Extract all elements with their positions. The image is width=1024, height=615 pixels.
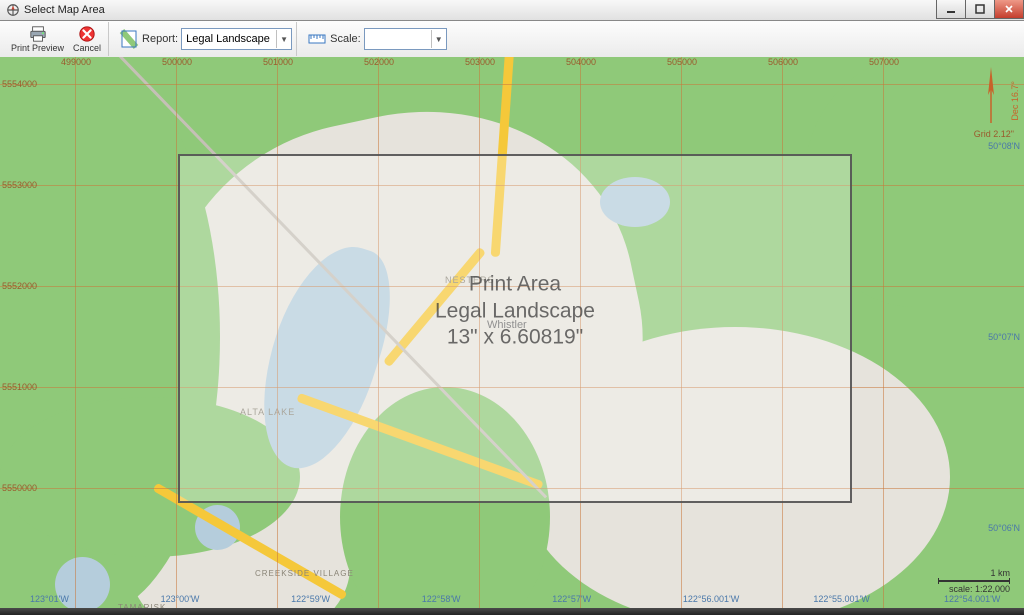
scale-value[interactable] <box>365 30 431 48</box>
close-button[interactable] <box>994 0 1024 19</box>
map-canvas[interactable]: ALTA LAKE NESTERS Whistler CREEKSIDE VIL… <box>0 57 1024 608</box>
longitude-label: 122°58'W <box>422 594 461 604</box>
longitude-label: 123°01'W <box>30 594 69 604</box>
grid-easting-label: 503000 <box>465 57 495 67</box>
minimize-button[interactable] <box>936 0 966 19</box>
report-combo[interactable]: ▼ <box>181 28 292 50</box>
grid-easting-label: 501000 <box>263 57 293 67</box>
scale-bar-ratio: scale: 1:22,000 <box>938 584 1010 594</box>
longitude-label: 122°56.001'W <box>683 594 739 604</box>
scale-bar: 1 km scale: 1:22,000 <box>938 568 1010 594</box>
print-area-dims: 13" x 6.60819" <box>180 324 850 350</box>
latitude-label: 50°08'N <box>988 141 1020 151</box>
scale-icon <box>307 29 327 49</box>
report-value[interactable] <box>182 30 276 48</box>
longitude-label: 122°59'W <box>291 594 330 604</box>
print-area-text: Print Area Legal Landscape 13" x 6.60819… <box>180 272 850 351</box>
print-area-title: Print Area <box>180 272 850 298</box>
grid-easting-label: 502000 <box>364 57 394 67</box>
grid-northing-label: 5552000 <box>2 281 37 291</box>
latitude-label: 50°06'N <box>988 523 1020 533</box>
cancel-label: Cancel <box>73 43 101 53</box>
grid-easting-label: 506000 <box>768 57 798 67</box>
grid-easting-label: 507000 <box>869 57 899 67</box>
longitude-label: 122°57'W <box>552 594 591 604</box>
titlebar: Select Map Area <box>0 0 1024 21</box>
window-title: Select Map Area <box>24 4 105 16</box>
print-area-layout: Legal Landscape <box>180 298 850 324</box>
longitude-label: 122°54.001'W <box>944 594 1000 604</box>
app-icon <box>6 3 20 17</box>
chevron-down-icon[interactable]: ▼ <box>431 30 446 48</box>
longitude-label: 122°55.001'W <box>813 594 869 604</box>
report-icon <box>119 29 139 49</box>
grid-northing-label: 5554000 <box>2 79 37 89</box>
grid-info: Grid 2.12" <box>974 129 1014 139</box>
longitude-label: 123°00'W <box>161 594 200 604</box>
report-label: Report: <box>142 33 178 45</box>
grid-horizontal <box>0 84 1024 85</box>
grid-easting-label: 500000 <box>162 57 192 67</box>
north-arrow <box>984 65 998 125</box>
maximize-button[interactable] <box>965 0 995 19</box>
grid-northing-label: 5550000 <box>2 483 37 493</box>
grid-vertical <box>75 57 76 608</box>
printer-icon <box>29 25 47 43</box>
scale-bar-length: 1 km <box>938 568 1010 578</box>
latitude-label: 50°07'N <box>988 332 1020 342</box>
scale-combo[interactable]: ▼ <box>364 28 447 50</box>
grid-easting-label: 504000 <box>566 57 596 67</box>
grid-vertical <box>176 57 177 608</box>
grid-northing-label: 5553000 <box>2 180 37 190</box>
scale-label: Scale: <box>330 33 361 45</box>
grid-easting-label: 499000 <box>61 57 91 67</box>
print-preview-button[interactable]: Print Preview <box>8 22 67 56</box>
grid-easting-label: 505000 <box>667 57 697 67</box>
print-preview-label: Print Preview <box>11 43 64 53</box>
grid-northing-label: 5551000 <box>2 382 37 392</box>
cancel-icon <box>78 25 96 43</box>
grid-vertical <box>883 57 884 608</box>
chevron-down-icon[interactable]: ▼ <box>276 30 291 48</box>
label-creekside: CREEKSIDE VILLAGE <box>255 569 354 578</box>
taskbar <box>0 608 1024 615</box>
cancel-button[interactable]: Cancel <box>70 22 104 56</box>
print-area-rect[interactable]: Print Area Legal Landscape 13" x 6.60819… <box>178 154 852 503</box>
toolbar: Print Preview Cancel Report: ▼ <box>0 21 1024 58</box>
window-buttons <box>937 0 1024 18</box>
declination-label: Dec 16.7° <box>1010 81 1020 121</box>
